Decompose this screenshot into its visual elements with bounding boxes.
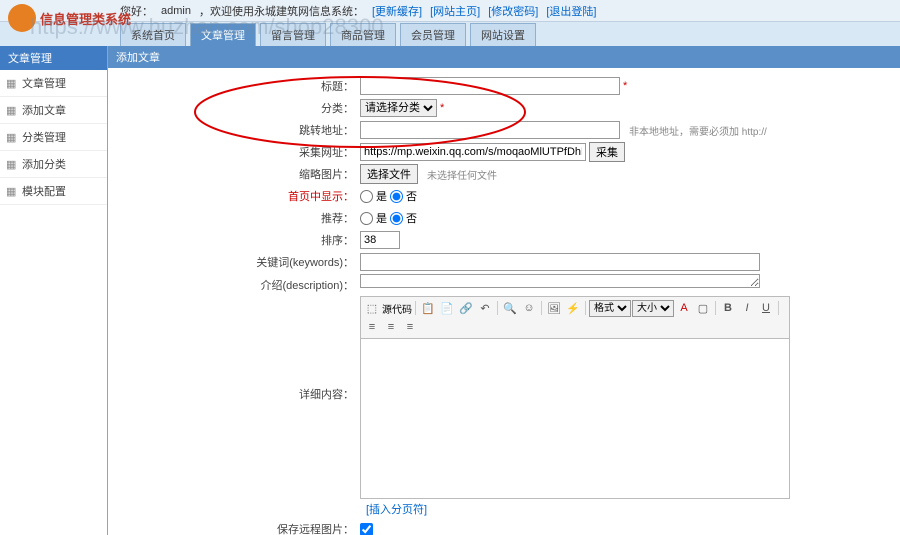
align-right-icon[interactable]: ≡ [401,318,419,336]
smile-icon[interactable]: ☺ [520,299,538,317]
greeting-suffix: ，欢迎使用永城建筑网信息系统： [199,3,364,19]
document-icon: ▦ [6,131,18,143]
keywords-input[interactable] [360,253,760,271]
size-select[interactable]: 大小 [632,300,674,317]
document-icon: ▦ [6,104,18,116]
homeshow-label: 首页中显示： [108,188,360,204]
category-label: 分类： [108,100,360,116]
homeshow-no-radio[interactable] [390,190,403,203]
redirect-input[interactable] [360,121,620,139]
main-tabs: 系统首页 文章管理 留言管理 商品管理 会员管理 网站设置 [120,23,536,46]
document-icon: ▦ [6,77,18,89]
homeshow-yes-radio[interactable] [360,190,373,203]
image-icon[interactable]: 🖼 [545,299,563,317]
tab-members[interactable]: 会员管理 [400,23,466,46]
recommend-label: 推荐： [108,210,360,226]
sort-input[interactable] [360,231,400,249]
capture-label: 采集网址： [108,144,360,160]
title-label: 标题： [108,78,360,94]
current-user: admin [161,5,191,17]
capture-url-input[interactable] [360,143,586,161]
category-select[interactable]: 请选择分类 [360,99,437,117]
save-remote-checkbox[interactable] [360,523,373,535]
required-mark: * [623,80,627,92]
section-title: 添加文章 [108,46,900,68]
color-icon[interactable]: A [675,299,693,317]
bold-icon[interactable]: B [719,299,737,317]
tab-products[interactable]: 商品管理 [330,23,396,46]
logout-link[interactable]: [退出登陆] [546,3,596,19]
recommend-yes-radio[interactable] [360,212,373,225]
main-content: 添加文章 标题： * 分类： 请选择分类 * 跳转地址： 非本地地址，需要必须加… [108,46,900,535]
title-input[interactable] [360,77,620,95]
description-label: 介绍(description)： [108,274,360,293]
content-editor[interactable] [360,339,790,499]
redirect-label: 跳转地址： [108,122,360,138]
save-remote-label: 保存远程图片： [108,521,360,535]
thumb-label: 缩略图片： [108,166,360,182]
tab-articles[interactable]: 文章管理 [190,23,256,46]
sidebar-item-module-config[interactable]: ▦模块配置 [0,178,107,205]
content-label: 详细内容： [108,296,360,402]
system-name: 信息管理类系统 [40,9,131,28]
clear-cache-link[interactable]: [更新缓存] [372,3,422,19]
tab-settings[interactable]: 网站设置 [470,23,536,46]
sidebar: 文章管理 ▦文章管理 ▦添加文章 ▦分类管理 ▦添加分类 ▦模块配置 [0,46,108,535]
topbar: 您好： admin ，欢迎使用永城建筑网信息系统： [更新缓存] [网站主页] … [0,0,900,22]
article-form: 标题： * 分类： 请选择分类 * 跳转地址： 非本地地址，需要必须加 http… [108,68,900,535]
sidebar-item-add-category[interactable]: ▦添加分类 [0,151,107,178]
italic-icon[interactable]: I [738,299,756,317]
site-home-link[interactable]: [网站主页] [430,3,480,19]
insert-pagebreak-link[interactable]: [插入分页符] [366,501,900,517]
file-choose-button[interactable]: 选择文件 [360,164,418,184]
capture-button[interactable]: 采集 [589,142,625,162]
sidebar-item-category-manage[interactable]: ▦分类管理 [0,124,107,151]
logo: 信息管理类系统 [8,4,131,32]
document-icon: ▦ [6,185,18,197]
link-icon[interactable]: 🔗 [457,299,475,317]
sidebar-head: 文章管理 [0,46,107,70]
tab-messages[interactable]: 留言管理 [260,23,326,46]
file-status: 未选择任何文件 [427,167,497,182]
recommend-no-radio[interactable] [390,212,403,225]
description-textarea[interactable] [360,274,760,288]
undo-icon[interactable]: ↶ [476,299,494,317]
flash-icon[interactable]: ⚡ [564,299,582,317]
paste-icon[interactable]: 📋 [419,299,437,317]
document-icon: ▦ [6,158,18,170]
required-mark: * [440,102,444,114]
header: 信息管理类系统 系统首页 文章管理 留言管理 商品管理 会员管理 网站设置 [0,22,900,46]
align-center-icon[interactable]: ≡ [382,318,400,336]
find-icon[interactable]: 🔍 [501,299,519,317]
editor-toolbar: ⬚源代码 📋 📄 🔗 ↶ 🔍 ☺ 🖼 ⚡ 格式 [360,296,790,339]
keywords-label: 关键词(keywords)： [108,254,360,270]
sidebar-item-article-manage[interactable]: ▦文章管理 [0,70,107,97]
sort-label: 排序： [108,232,360,248]
sidebar-item-add-article[interactable]: ▦添加文章 [0,97,107,124]
bgcolor-icon[interactable]: ▢ [694,299,712,317]
change-password-link[interactable]: [修改密码] [488,3,538,19]
copy-icon[interactable]: 📄 [438,299,456,317]
redirect-hint: 非本地地址，需要必须加 http:// [629,123,767,138]
logo-icon [8,4,36,32]
align-left-icon[interactable]: ≡ [363,318,381,336]
underline-icon[interactable]: U [757,299,775,317]
format-select[interactable]: 格式 [589,300,631,317]
source-code-button[interactable]: ⬚ [363,299,381,317]
